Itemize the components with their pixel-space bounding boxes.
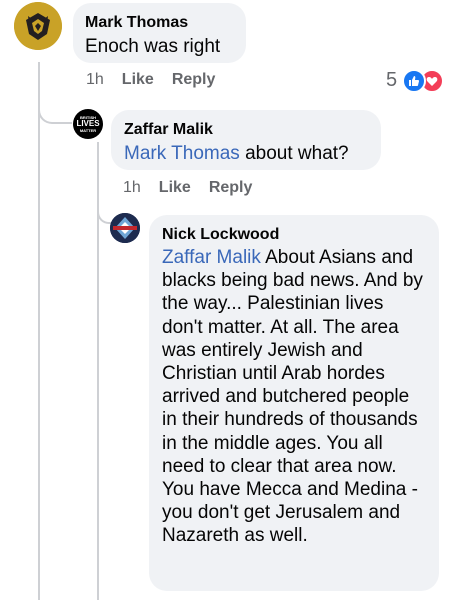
comment-time[interactable]: 1h [123,179,141,197]
comment-body: About Asians and blacks being bad news. … [162,247,423,547]
thread-line-main [38,62,40,600]
comment-actions-2: 1h Like Reply [123,179,252,197]
comment-text: Mark Thomas about what? [124,142,368,165]
comment-text: Zaffar Malik About Asians and blacks bei… [162,246,427,548]
comment-time[interactable]: 1h [86,71,104,89]
comment-bubble-mark-thomas[interactable]: Mark Thomas Enoch was right [73,3,246,63]
like-button[interactable]: Like [122,71,154,89]
heart-icon [426,77,438,86]
comment-body: about what? [239,143,349,164]
thread-line-connector-1 [38,100,72,124]
wolf-crest-icon [14,2,62,50]
thread-line-connector-2 [97,200,111,224]
comment-author[interactable]: Nick Lockwood [162,225,427,245]
like-button[interactable]: Like [159,179,191,197]
comment-bubble-zaffar-malik[interactable]: Zaffar Malik Mark Thomas about what? [111,110,381,170]
reply-button[interactable]: Reply [172,71,216,89]
comment-author[interactable]: Mark Thomas [85,13,234,33]
reply-button[interactable]: Reply [209,179,253,197]
mention-link[interactable]: Mark Thomas [124,143,240,164]
avatar-text-3: MATTER [79,128,97,133]
emblem-icon [110,213,140,243]
comment-text: Enoch was right [85,36,221,57]
comment-bubble-nick-lockwood[interactable]: Nick Lockwood Zaffar Malik About Asians … [149,215,439,591]
comment-actions-1: 1h Like Reply [86,71,215,89]
avatar-nick-lockwood[interactable] [110,213,140,243]
avatar-zaffar-malik[interactable]: BRITISH LIVES MATTER [73,109,103,139]
avatar-text-2: LIVES [76,119,100,128]
comment-author[interactable]: Zaffar Malik [124,120,368,140]
avatar-mark-thomas[interactable] [14,2,62,50]
mention-link[interactable]: Zaffar Malik [162,247,261,268]
thumbs-up-icon [409,76,420,86]
reaction-count[interactable]: 5 [386,69,397,92]
like-reaction-icon[interactable] [402,69,426,93]
